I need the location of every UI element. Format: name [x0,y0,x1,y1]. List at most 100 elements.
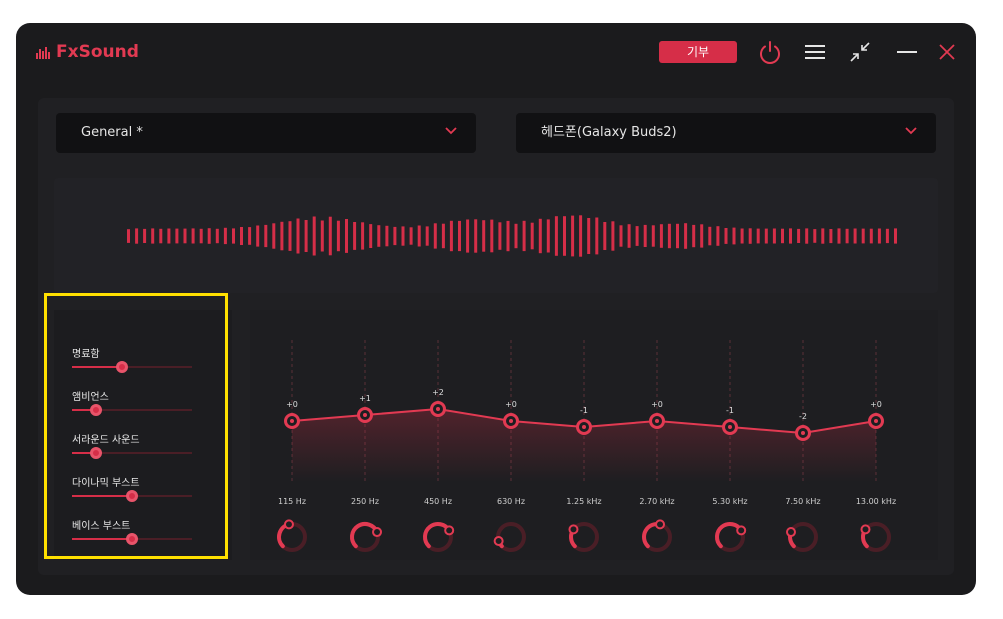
waveform-bar [619,225,623,247]
app-logo: FxSound [36,42,139,62]
eq-gain-label: +2 [432,388,444,397]
effect-slider-track[interactable] [72,490,192,502]
waveform-bar [659,224,663,248]
power-icon[interactable] [756,38,784,66]
waveform-bar [530,222,534,250]
eq-freq-label: 250 Hz [351,497,379,506]
waveform-bar [740,228,744,244]
waveform-bar [732,227,736,245]
waveform-bar [635,226,639,246]
effect-slider-thumb[interactable] [126,533,138,545]
effect-slider-thumb[interactable] [90,447,102,459]
eq-handle-center [436,407,440,411]
waveform-bar [716,226,720,246]
eq-gain-label: +0 [870,400,882,409]
effect-slider[interactable]: 서라운드 사운드 [72,431,194,471]
effect-slider-track[interactable] [72,361,192,373]
waveform-bar [474,219,478,253]
eq-knob-handle[interactable] [568,524,579,535]
eq-knob-handle[interactable] [372,527,383,538]
eq-knob-handle[interactable] [785,527,796,538]
effect-slider-track[interactable] [72,447,192,459]
effect-slider-fill [72,495,132,497]
waveform-bar [684,223,688,249]
effect-slider-track[interactable] [72,533,192,545]
menu-icon[interactable] [801,38,829,66]
effect-label: 서라운드 사운드 [72,435,140,446]
waveform-bar [135,228,139,244]
preset-dropdown[interactable]: General * [56,113,476,153]
app-window: FxSound 기부 General * 헤드폰(Galaxy Buds2) 명… [16,23,976,595]
eq-handle-center [363,413,367,417]
eq-knob-handle[interactable] [444,525,455,536]
chevron-down-icon [445,127,457,135]
eq-knob-handle[interactable] [655,519,666,530]
waveform-bar [813,229,817,243]
effect-slider-track[interactable] [72,404,192,416]
waveform-bar [369,224,373,248]
effect-slider-thumb[interactable] [90,404,102,416]
donate-button[interactable]: 기부 [659,41,737,63]
eq-freq-label: 13.00 kHz [856,497,896,506]
waveform-bar [506,220,510,252]
chevron-down-icon [905,127,917,135]
waveform-bar [385,225,389,247]
waveform-bar [482,220,486,252]
waveform-bar [159,228,163,244]
effect-slider-fill [72,538,132,540]
equalizer-panel: +0 115 Hz +1 250 Hz +2 450 Hz +0 630 Hz -1 1.25 k… [250,310,938,560]
waveform-bar [328,216,332,256]
eq-knob-handle[interactable] [493,536,504,547]
sound-bars-icon [36,47,50,59]
waveform-bar [837,228,841,244]
waveform-bar [651,225,655,247]
equalizer-graph: +0 115 Hz +1 250 Hz +2 450 Hz +0 630 Hz -1 1.25 k… [277,340,896,552]
eq-knob-handle[interactable] [860,524,871,535]
waveform-bar [449,220,453,252]
effect-label: 베이스 부스트 [72,521,131,532]
effect-slider-thumb[interactable] [126,490,138,502]
waveform-bar [272,223,276,249]
eq-knob-handle[interactable] [736,525,747,536]
eq-handle-center [582,425,586,429]
minimize-view-icon[interactable] [846,38,874,66]
waveform-bar [764,228,768,244]
waveform-bar [595,217,599,255]
effect-slider-fill [72,366,123,368]
waveform-bar [571,215,575,257]
effect-slider[interactable]: 베이스 부스트 [72,517,194,557]
effect-label: 명료함 [72,349,100,360]
waveform-bar [789,228,792,244]
waveform-bar [772,228,776,244]
output-device-value: 헤드폰(Galaxy Buds2) [541,125,677,140]
waveform-bar [240,227,243,245]
minimize-icon[interactable] [893,38,921,66]
eq-gain-label: +0 [286,400,298,409]
eq-handle-center [728,425,732,429]
waveform-bar [861,228,865,244]
eq-gain-label: +0 [651,400,663,409]
waveform-bar [336,220,340,252]
effect-slider-thumb[interactable] [116,361,129,373]
effect-slider[interactable]: 앰비언스 [72,388,194,428]
waveform-bar [579,215,583,257]
waveform-bar [853,228,857,244]
close-icon[interactable] [933,38,961,66]
eq-freq-label: 1.25 kHz [566,497,601,506]
waveform-bar [223,227,227,245]
effect-label: 앰비언스 [72,392,109,403]
eq-gain-label: -1 [580,406,588,415]
eq-handle-center [290,419,294,423]
waveform-bar [676,223,679,249]
effect-slider[interactable]: 다이나믹 부스트 [72,474,194,514]
waveform-bar [256,225,260,247]
waveform-bar [248,227,252,245]
effect-slider[interactable]: 명료함 [72,345,194,385]
main-panel: General * 헤드폰(Galaxy Buds2) 명료함앰비언스서라운드 … [38,98,954,575]
waveform-bar [627,224,631,248]
eq-knob-handle[interactable] [283,519,294,530]
effects-panel: 명료함앰비언스서라운드 사운드다이나믹 부스트베이스 부스트 [54,310,232,560]
waveform [127,215,897,257]
waveform-bar [232,228,235,244]
output-device-dropdown[interactable]: 헤드폰(Galaxy Buds2) [516,113,936,153]
